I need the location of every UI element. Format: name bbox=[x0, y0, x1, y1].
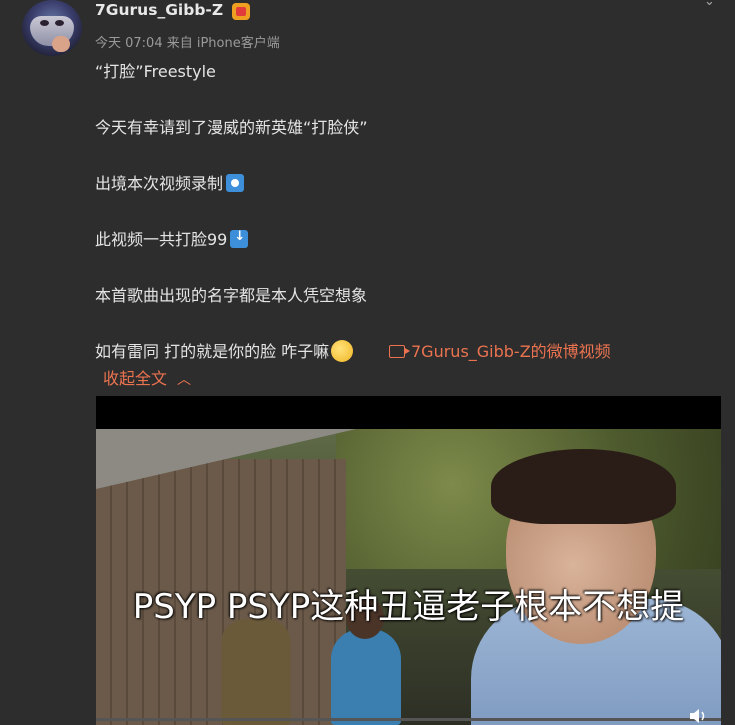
post-line-3: 此视频一共打脸99 bbox=[95, 226, 249, 250]
volume-icon[interactable] bbox=[688, 708, 708, 724]
post-title: “打脸”Freestyle bbox=[95, 62, 216, 81]
record-button-emoji bbox=[226, 174, 245, 192]
video-progress-bar[interactable] bbox=[96, 718, 721, 721]
post-line-5: 如有雷同 打的就是你的脸 咋子嘛 bbox=[95, 338, 354, 362]
post-meta: 今天 07:04 来自 iPhone客户端 bbox=[95, 36, 280, 51]
chevron-down-icon[interactable]: ⌄ bbox=[704, 0, 718, 9]
post-line-4: 本首歌曲出现的名字都是本人凭空想象 bbox=[95, 286, 368, 305]
video-camera-icon bbox=[389, 345, 410, 358]
video-frame: PSYP PSYP这种丑逼老子根本不想提 bbox=[96, 429, 721, 725]
post-line-2: 出境本次视频录制 bbox=[95, 170, 245, 194]
avatar[interactable] bbox=[22, 0, 82, 56]
down-arrow-emoji bbox=[230, 229, 249, 248]
weibo-post: 7Gurus_Gibb-Z ⌄ 今天 07:04 来自 iPhone客户端 “打… bbox=[0, 0, 735, 725]
vip-badge-icon bbox=[232, 3, 250, 20]
video-player[interactable]: PSYP PSYP这种丑逼老子根本不想提 bbox=[96, 396, 721, 725]
chevron-up-icon: ︿ bbox=[177, 372, 192, 388]
username[interactable]: 7Gurus_Gibb-Z bbox=[95, 1, 223, 19]
thinking-face-emoji bbox=[331, 340, 354, 362]
video-link[interactable]: 7Gurus_Gibb-Z的微博视频 bbox=[389, 338, 611, 362]
video-subtitle: PSYP PSYP这种丑逼老子根本不想提 bbox=[132, 587, 685, 627]
post-line-1: 今天有幸请到了漫威的新英雄“打脸侠” bbox=[95, 118, 368, 137]
collapse-text-button[interactable]: 收起全文 ︿ bbox=[103, 365, 191, 389]
